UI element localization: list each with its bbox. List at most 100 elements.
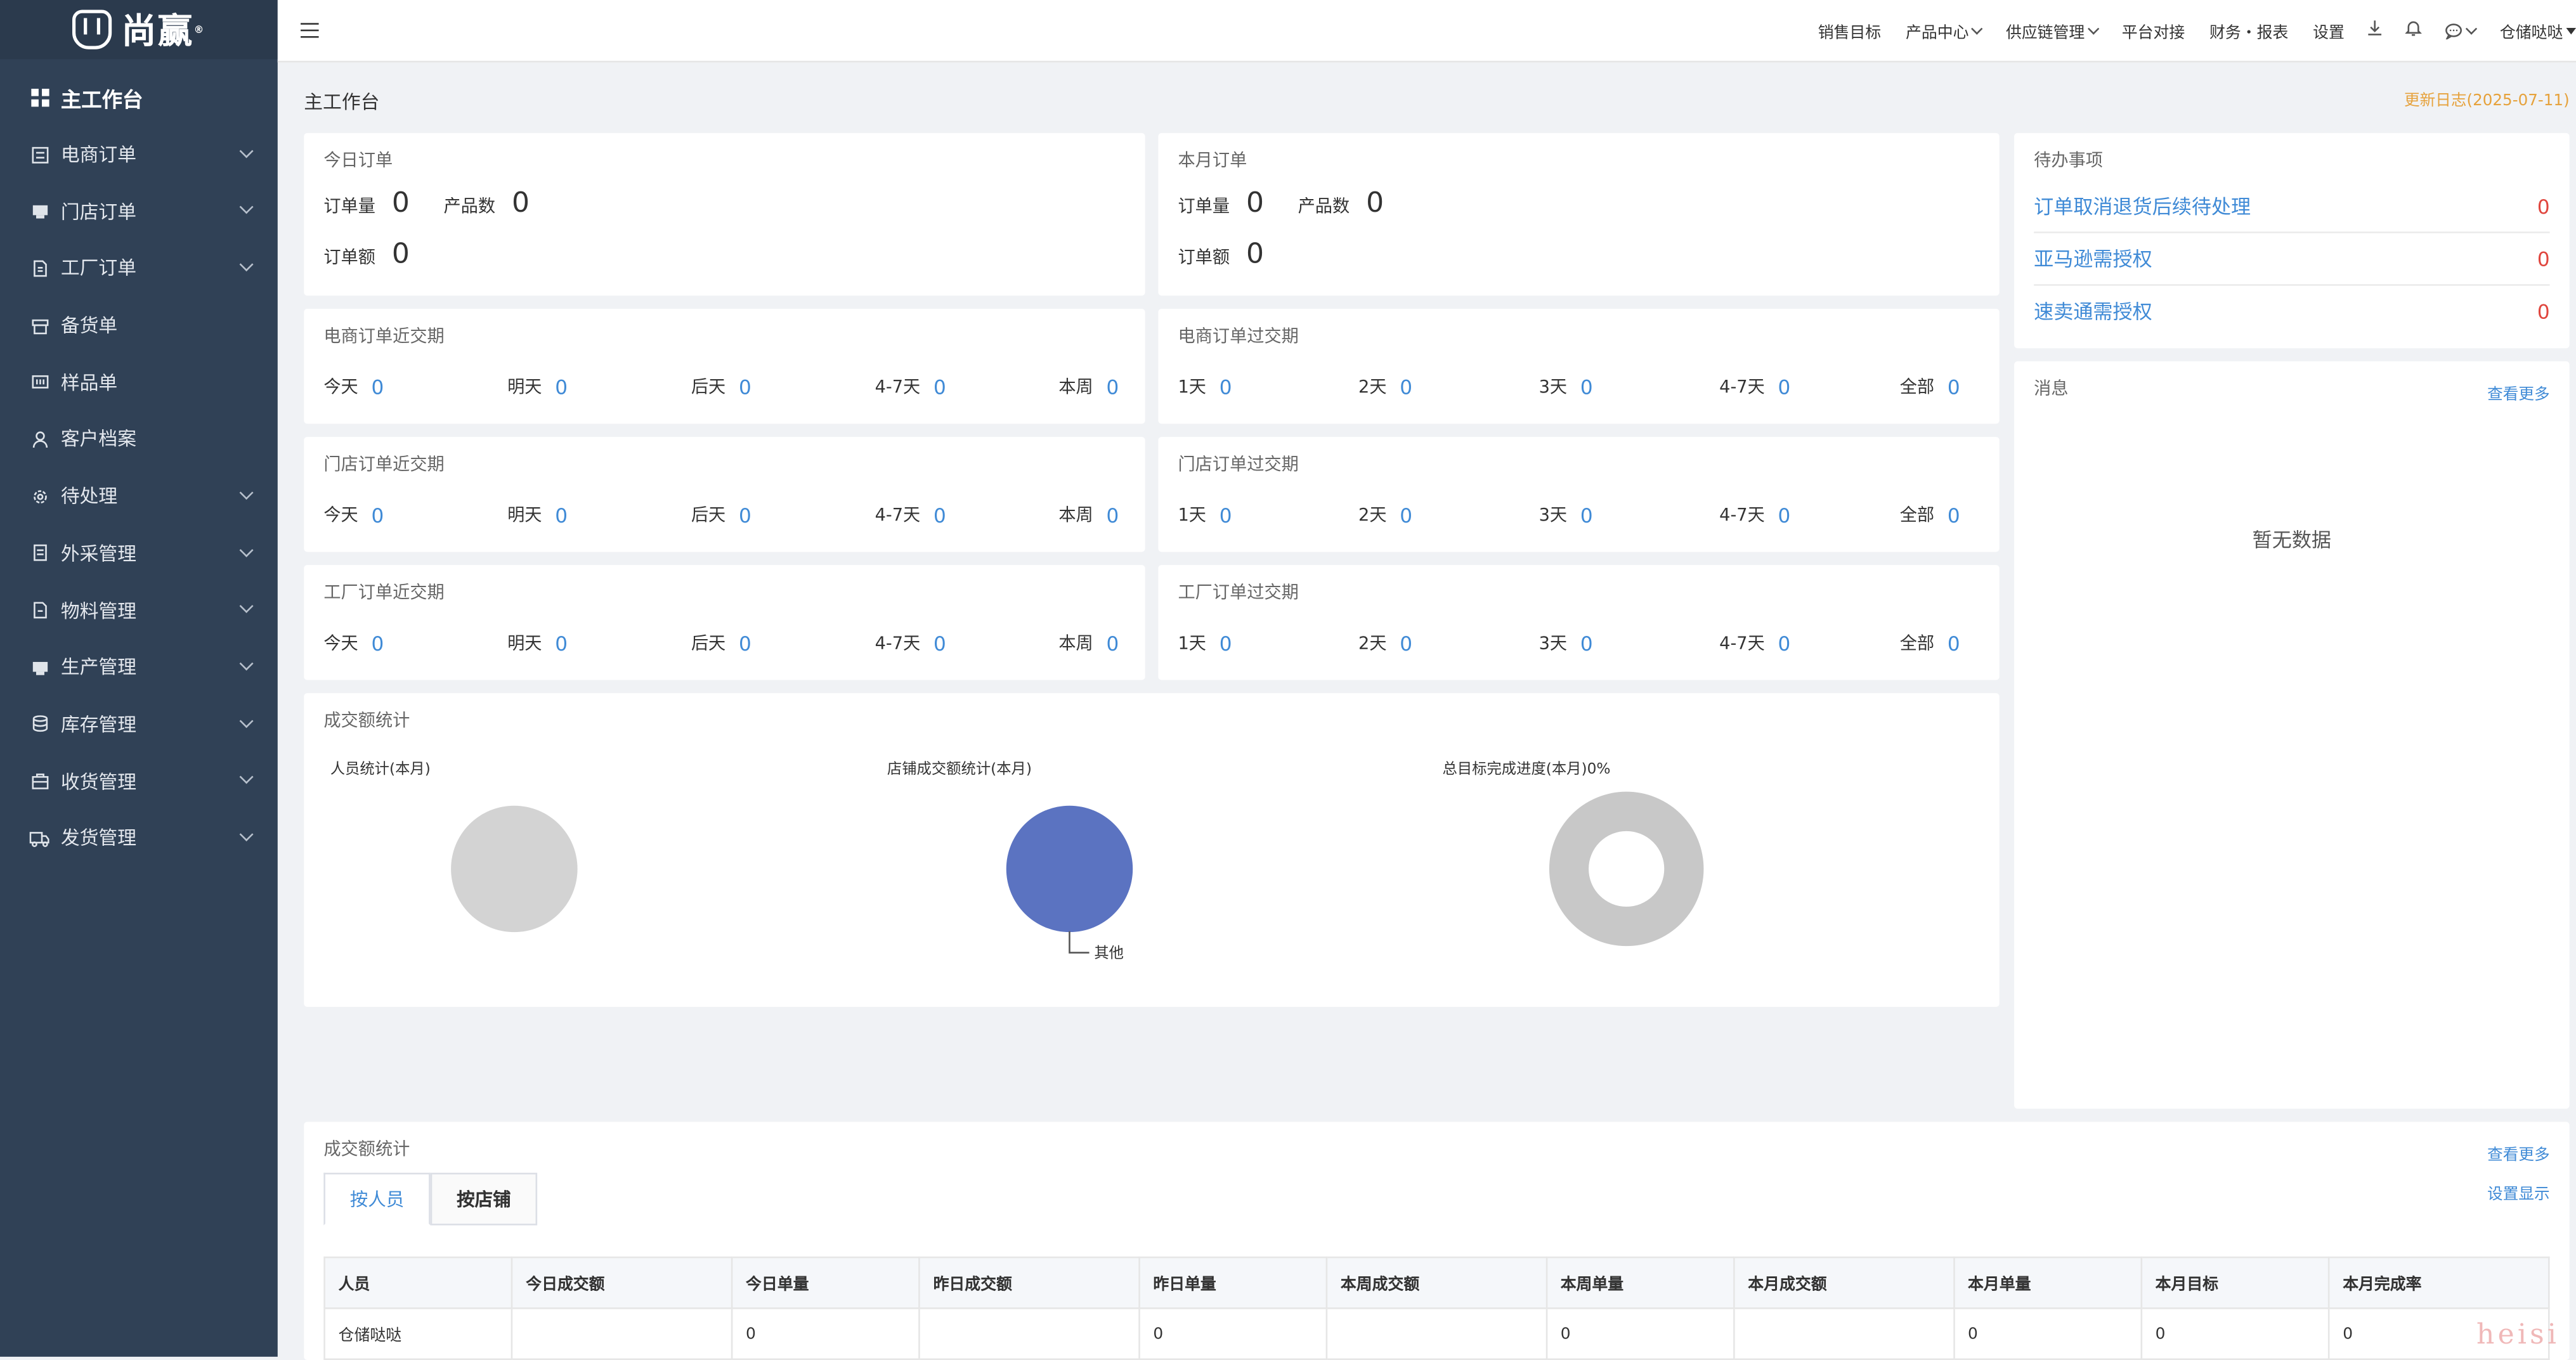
sidebar-item-production[interactable]: 生产管理 [0,638,278,696]
sidebar-item-pending[interactable]: 待处理 [0,468,278,525]
nav-supply-chain[interactable]: 供应链管理 [2006,19,2099,42]
period-1-day[interactable]: 1天 0 [1178,375,1358,399]
period-label: 1天 [1178,505,1206,526]
period-1-day[interactable]: 1天 0 [1178,631,1358,656]
value: 0 [1246,238,1265,271]
nav-product-center[interactable]: 产品中心 [1906,19,1983,42]
period-label: 明天 [507,377,542,398]
table-header-row: 人员 今日成交额 今日单量 昨日成交额 昨日单量 本周成交额 本周单量 本月成交… [323,1256,2550,1309]
period-2-days[interactable]: 2天 0 [1358,503,1539,528]
period-label: 后天 [691,633,726,654]
period-today[interactable]: 今天 0 [323,631,507,656]
period-label: 全部 [1899,633,1935,654]
cell [1733,1307,1955,1360]
today-order-amount: 订单额 0 [323,238,410,271]
period-all[interactable]: 全部 0 [1900,503,1960,528]
col-header: 人员 [323,1256,513,1309]
period-this-week[interactable]: 本周 0 [1058,503,1119,528]
chevron-down-icon [239,143,254,158]
todo-label: 订单取消退货后续待处理 [2034,195,2251,219]
update-log-link[interactable]: 更新日志(2025-07-11) [2404,87,2570,110]
period-3-days[interactable]: 3天 0 [1539,503,1720,528]
period-4-7-days[interactable]: 4-7天 0 [1719,503,1900,528]
period-3-days[interactable]: 3天 0 [1539,375,1720,399]
todo-item-aliexpress-auth[interactable]: 速卖通需授权 0 [2034,286,2549,337]
nav-platform-integration[interactable]: 平台对接 [2122,19,2185,42]
user-menu[interactable]: 仓储哒哒 [2500,19,2576,42]
database-icon [30,715,49,734]
period-4-7-days[interactable]: 4-7天 0 [875,375,1059,399]
sidebar-item-stock-orders[interactable]: 备货单 [0,297,278,354]
period-1-day[interactable]: 1天 0 [1178,503,1358,528]
col-header: 本月成交额 [1733,1256,1955,1309]
sidebar-item-purchasing[interactable]: 外采管理 [0,525,278,582]
tab-by-staff[interactable]: 按人员 [323,1172,431,1226]
period-3-days[interactable]: 3天 0 [1539,631,1720,656]
cell: 仓储哒哒 [323,1307,513,1360]
todo-item-order-cancel[interactable]: 订单取消退货后续待处理 0 [2034,181,2550,233]
sidebar-item-materials[interactable]: 物料管理 [0,582,278,639]
chevron-down-icon [239,599,254,614]
chat-icon[interactable] [2445,22,2477,39]
store-icon [30,202,49,221]
sidebar-item-sample-orders[interactable]: 样品单 [0,354,278,411]
sidebar-item-store-orders[interactable]: 门店订单 [0,183,278,240]
sidebar-item-customers[interactable]: 客户档案 [0,411,278,468]
nav-sales-target[interactable]: 销售目标 [1818,19,1881,42]
todo-item-amazon-auth[interactable]: 亚马逊需授权 0 [2034,233,2550,286]
period-4-7-days[interactable]: 4-7天 0 [1719,631,1900,656]
period-this-week[interactable]: 本周 0 [1058,631,1119,656]
period-4-7-days[interactable]: 4-7天 0 [875,503,1059,528]
sidebar-item-inventory[interactable]: 库存管理 [0,696,278,753]
value: 0 [1366,187,1384,221]
sidebar-item-shipping[interactable]: 发货管理 [0,810,278,867]
ecom-overdue-card: 电商订单过交期 1天 0 2天 0 3天 0 4-7天 0 全部 0 [1158,309,2000,424]
period-all[interactable]: 全部 0 [1900,631,1960,656]
bell-icon[interactable] [2405,20,2423,41]
nav-settings[interactable]: 设置 [2313,19,2345,42]
period-day-after[interactable]: 后天 0 [691,631,875,656]
nav-finance-reports[interactable]: 财务・报表 [2209,19,2288,42]
period-2-days[interactable]: 2天 0 [1358,375,1539,399]
card-title: 成交额统计 [323,1139,410,1160]
period-4-7-days[interactable]: 4-7天 0 [1719,375,1900,399]
period-all[interactable]: 全部 0 [1900,375,1960,399]
table-row[interactable]: 仓储哒哒 0 0 0 0 0 0 [323,1307,2550,1360]
tab-by-shop[interactable]: 按店铺 [430,1172,538,1226]
sidebar-menu: 主工作台 电商订单 门店订单 工厂订单 备货单 样品单 客户档案 待处理 外采管… [0,59,278,867]
nav-label: 设置 [2313,23,2345,42]
todo-label: 亚马逊需授权 [2034,248,2152,271]
top-nav: 销售目标 产品中心 供应链管理 平台对接 财务・报表 设置 仓储哒哒 [1793,19,2576,42]
month-orders-card: 本月订单 订单量 0 产品数 0 订单额 0 [1158,133,2000,296]
period-value: 0 [371,631,384,655]
download-icon[interactable] [2367,20,2382,41]
period-tomorrow[interactable]: 明天 0 [507,503,691,528]
messages-more-link[interactable]: 查看更多 [2487,381,2549,404]
sidebar-item-factory-orders[interactable]: 工厂订单 [0,240,278,297]
sidebar-item-label: 待处理 [60,484,118,508]
period-day-after[interactable]: 后天 0 [691,375,875,399]
brand-logo[interactable]: 尚赢 ® [0,0,278,60]
value: 0 [511,187,530,221]
period-tomorrow[interactable]: 明天 0 [507,375,691,399]
period-label: 1天 [1178,633,1206,654]
period-4-7-days[interactable]: 4-7天 0 [875,631,1059,656]
period-value: 0 [1947,375,1960,399]
period-day-after[interactable]: 后天 0 [691,503,875,528]
sidebar-item-receiving[interactable]: 收货管理 [0,753,278,810]
stats-tabs: 按人员 按店铺 [323,1172,538,1226]
gear-icon [30,486,49,506]
period-today[interactable]: 今天 0 [323,503,507,528]
caret-down-icon [2566,27,2576,34]
sidebar-item-ecommerce-orders[interactable]: 电商订单 [0,126,278,183]
sidebar-item-dashboard[interactable]: 主工作台 [0,69,278,126]
period-2-days[interactable]: 2天 0 [1358,631,1539,656]
menu-toggle-icon[interactable] [301,23,319,38]
table-more-link[interactable]: 查看更多 [2487,1141,2549,1164]
period-this-week[interactable]: 本周 0 [1058,375,1119,399]
period-tomorrow[interactable]: 明天 0 [507,631,691,656]
period-value: 0 [738,375,751,399]
period-today[interactable]: 今天 0 [323,375,507,399]
col-header: 昨日成交额 [918,1256,1140,1309]
display-settings-link[interactable]: 设置显示 [2487,1181,2549,1203]
